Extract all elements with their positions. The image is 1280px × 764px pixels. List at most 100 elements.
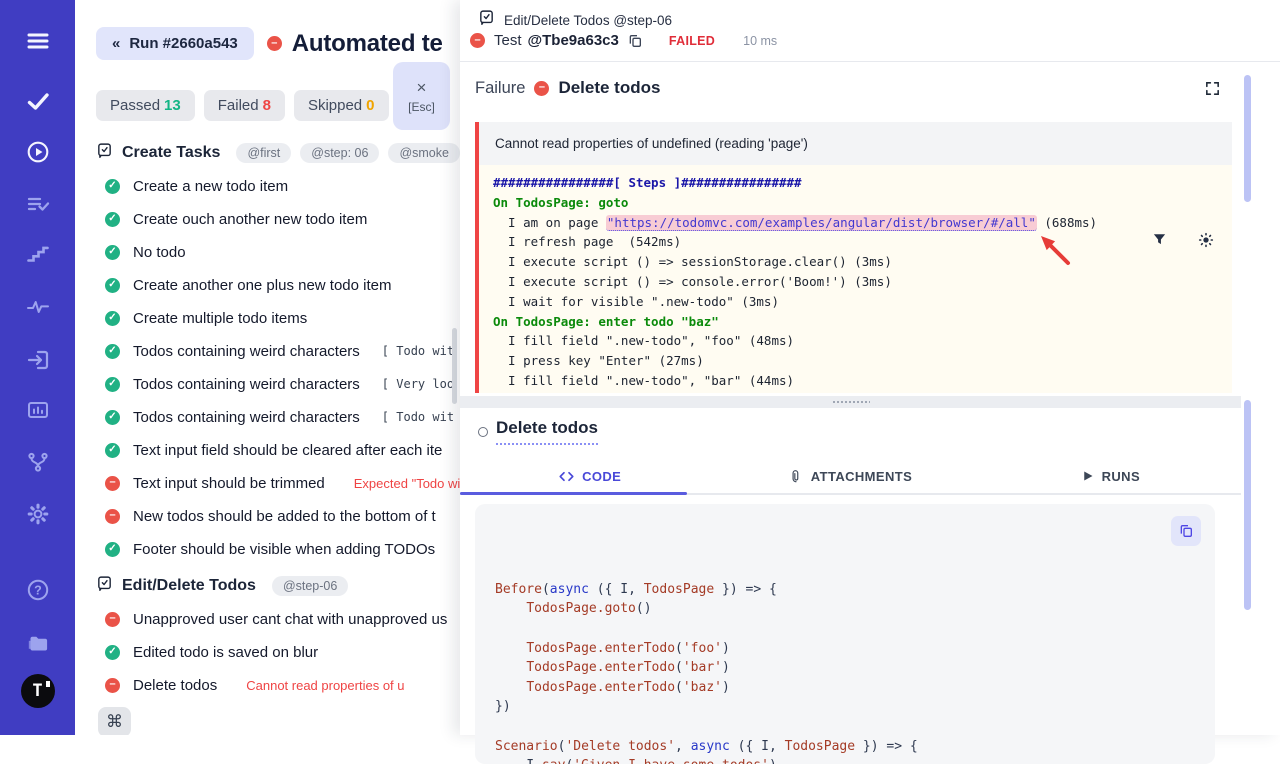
- app-logo[interactable]: T: [21, 674, 55, 708]
- suite-doc-icon: [478, 9, 495, 31]
- login-icon[interactable]: [25, 347, 51, 373]
- code-token: 'bar': [683, 660, 722, 675]
- list-check-icon[interactable]: [25, 191, 51, 217]
- code-token: I.: [495, 758, 542, 764]
- attachment-icon: [789, 469, 803, 484]
- test-row[interactable]: Create multiple todo items: [105, 307, 460, 329]
- code-token: 'Delete todos': [565, 739, 675, 754]
- test-row[interactable]: Edited todo is saved on blur: [105, 641, 460, 663]
- status-badge: FAILED: [669, 34, 715, 48]
- filter-steps-icon[interactable]: [1152, 232, 1167, 248]
- test-row[interactable]: Footer should be visible when adding TOD…: [105, 538, 460, 560]
- tag-pill[interactable]: @step-06: [272, 576, 348, 596]
- test-title: Text input should be trimmed: [133, 475, 325, 492]
- code-token: ): [722, 660, 730, 675]
- test-data-preview: [ Very loo: [382, 377, 454, 391]
- code-token: TodosPage.enterTodo: [526, 680, 675, 695]
- passed-count: 13: [164, 97, 181, 114]
- tab-attachments[interactable]: ATTACHMENTS: [720, 459, 980, 493]
- test-title: Text input field should be cleared after…: [133, 442, 442, 459]
- code-token: ): [722, 680, 730, 695]
- settings-gear-icon[interactable]: [25, 501, 51, 527]
- keyboard-shortcuts-button[interactable]: ⌘: [98, 707, 131, 735]
- passed-icon: [105, 344, 120, 359]
- tag-pill[interactable]: @step: 06: [300, 143, 379, 163]
- back-to-run-button[interactable]: « Run #2660a543: [96, 27, 254, 60]
- test-row[interactable]: Create a new todo item: [105, 175, 460, 197]
- test-row[interactable]: Text input field should be cleared after…: [105, 439, 460, 461]
- step-text: (688ms): [1037, 215, 1097, 230]
- copy-test-id-button[interactable]: [627, 33, 643, 49]
- code-line: TodosPage.enterTodo('baz'): [495, 678, 1195, 698]
- test-row[interactable]: Todos containing weird characters[ Very …: [105, 373, 460, 395]
- detail-scrollbar-top[interactable]: [1244, 75, 1251, 202]
- tab-runs[interactable]: RUNS: [981, 459, 1241, 493]
- tab-code[interactable]: CODE: [460, 459, 720, 493]
- code-token: (: [565, 758, 573, 764]
- suite-title: Create Tasks: [122, 144, 220, 162]
- filter-skipped-button[interactable]: Skipped0: [294, 90, 389, 121]
- code-token: [495, 660, 526, 675]
- detail-tabs: CODE ATTACHMENTS RUNS: [460, 459, 1241, 495]
- bar-chart-icon[interactable]: [25, 397, 51, 423]
- test-row[interactable]: Create another one plus new todo item: [105, 274, 460, 296]
- code-token: [495, 601, 526, 616]
- test-row[interactable]: Todos containing weird characters[ Todo …: [105, 340, 460, 362]
- step-text: I fill field ".new-todo", "bar" (44ms): [493, 373, 794, 388]
- code-token: (: [675, 641, 683, 656]
- passed-icon: [105, 311, 120, 326]
- code-token: TodosPage.enterTodo: [526, 660, 675, 675]
- code-token: ): [769, 758, 777, 764]
- test-row[interactable]: Create ouch another new todo item: [105, 208, 460, 230]
- breadcrumb[interactable]: Edit/Delete Todos @step-06: [504, 13, 672, 28]
- test-row[interactable]: Unapproved user cant chat with unapprove…: [105, 608, 460, 630]
- tag-pill[interactable]: @smoke: [388, 143, 460, 163]
- close-detail-button[interactable]: × [Esc]: [393, 62, 450, 130]
- brightness-icon[interactable]: [1198, 232, 1214, 248]
- test-row[interactable]: Text input should be trimmedExpected "To…: [105, 472, 460, 494]
- panel-resize-handle[interactable]: [460, 396, 1241, 408]
- test-row[interactable]: Delete todosCannot read properties of u: [105, 674, 460, 696]
- check-icon[interactable]: [25, 88, 51, 114]
- step-text: On TodosPage: enter todo "baz": [493, 314, 719, 329]
- code-line: [495, 619, 1195, 639]
- list-footer: ⌘: [75, 702, 460, 735]
- tag-pill[interactable]: @first: [236, 143, 291, 163]
- code-line: I.say('Given I have some todos'): [495, 756, 1195, 764]
- filter-passed-button[interactable]: Passed13: [96, 90, 195, 121]
- activity-icon[interactable]: [25, 294, 51, 320]
- code-token: Before: [495, 582, 542, 597]
- play-circle-icon[interactable]: [25, 139, 51, 165]
- branch-icon[interactable]: [25, 449, 51, 475]
- test-row[interactable]: New todos should be added to the bottom …: [105, 505, 460, 527]
- failure-test-title: Delete todos: [558, 78, 660, 98]
- suite-tags: @step-06: [272, 576, 348, 596]
- copy-code-button[interactable]: [1171, 516, 1201, 546]
- duration-label: 10 ms: [743, 34, 777, 48]
- run-id-label: Run #2660a543: [129, 35, 237, 52]
- test-row[interactable]: Todos containing weird characters[ Todo …: [105, 406, 460, 428]
- test-title: Delete todos: [133, 677, 217, 694]
- steps-icon[interactable]: [25, 241, 51, 267]
- suite-doc-icon: [96, 575, 113, 597]
- passed-icon: [105, 245, 120, 260]
- detail-scrollbar-bottom[interactable]: [1244, 400, 1251, 610]
- help-icon[interactable]: ?: [25, 577, 51, 603]
- esc-hint: [Esc]: [408, 100, 435, 114]
- test-row[interactable]: No todo: [105, 241, 460, 263]
- projects-folder-icon[interactable]: [25, 630, 51, 656]
- failure-failed-icon: [534, 81, 549, 96]
- filter-failed-button[interactable]: Failed8: [204, 90, 285, 121]
- step-line: On TodosPage: goto: [493, 193, 1218, 213]
- suite-header[interactable]: Create Tasks@first@step: 06@smoke@sto: [96, 141, 460, 165]
- failed-icon: [105, 612, 120, 627]
- left-panel-scrollbar[interactable]: [452, 328, 457, 404]
- passed-icon: [105, 278, 120, 293]
- code-token: [495, 641, 526, 656]
- section-test-title[interactable]: Delete todos: [496, 418, 598, 445]
- menu-icon[interactable]: [25, 28, 51, 54]
- fullscreen-icon[interactable]: [1204, 80, 1221, 102]
- suite-header[interactable]: Edit/Delete Todos@step-06: [96, 574, 460, 598]
- step-url-link[interactable]: "https://todomvc.com/examples/angular/di…: [606, 215, 1037, 231]
- code-line: Scenario('Delete todos', async ({ I, Tod…: [495, 737, 1195, 757]
